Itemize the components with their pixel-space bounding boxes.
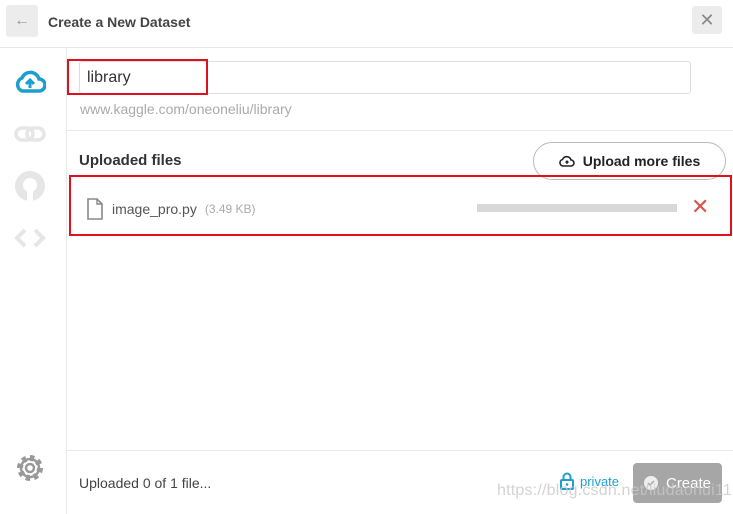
file-icon xyxy=(87,198,103,220)
dataset-url: www.kaggle.com/oneoneliu/library xyxy=(80,101,292,117)
page-title: Create a New Dataset xyxy=(48,14,191,30)
close-icon: ✕ xyxy=(699,10,715,30)
sidebar xyxy=(0,48,67,514)
link-icon[interactable] xyxy=(14,118,46,150)
code-icon[interactable] xyxy=(14,222,46,254)
remove-file-button[interactable]: ✕ xyxy=(691,196,709,218)
file-name: image_pro.py xyxy=(112,201,197,217)
close-button[interactable]: ✕ xyxy=(692,6,722,34)
file-size: (3.49 KB) xyxy=(204,202,256,216)
github-icon[interactable] xyxy=(14,170,46,202)
highlight-box xyxy=(67,59,208,95)
watermark: https://blog.csdn.net/liudaohui11 xyxy=(497,482,732,499)
arrow-left-icon: ← xyxy=(14,12,30,29)
divider xyxy=(67,130,733,131)
back-button[interactable]: ← xyxy=(6,5,38,37)
close-icon: ✕ xyxy=(691,194,710,219)
upload-more-label: Upload more files xyxy=(582,153,701,169)
file-row: image_pro.py (3.49 KB) xyxy=(86,198,256,220)
cloud-upload-icon xyxy=(558,155,575,167)
upload-progress-bar xyxy=(477,204,677,212)
dialog-header: ← Create a New Dataset ✕ xyxy=(0,0,733,48)
footer-divider xyxy=(67,450,733,451)
gear-icon[interactable] xyxy=(14,452,46,484)
cloud-upload-icon[interactable] xyxy=(14,66,46,98)
upload-status: Uploaded 0 of 1 file... xyxy=(79,475,212,491)
uploaded-files-heading: Uploaded files xyxy=(79,152,182,169)
